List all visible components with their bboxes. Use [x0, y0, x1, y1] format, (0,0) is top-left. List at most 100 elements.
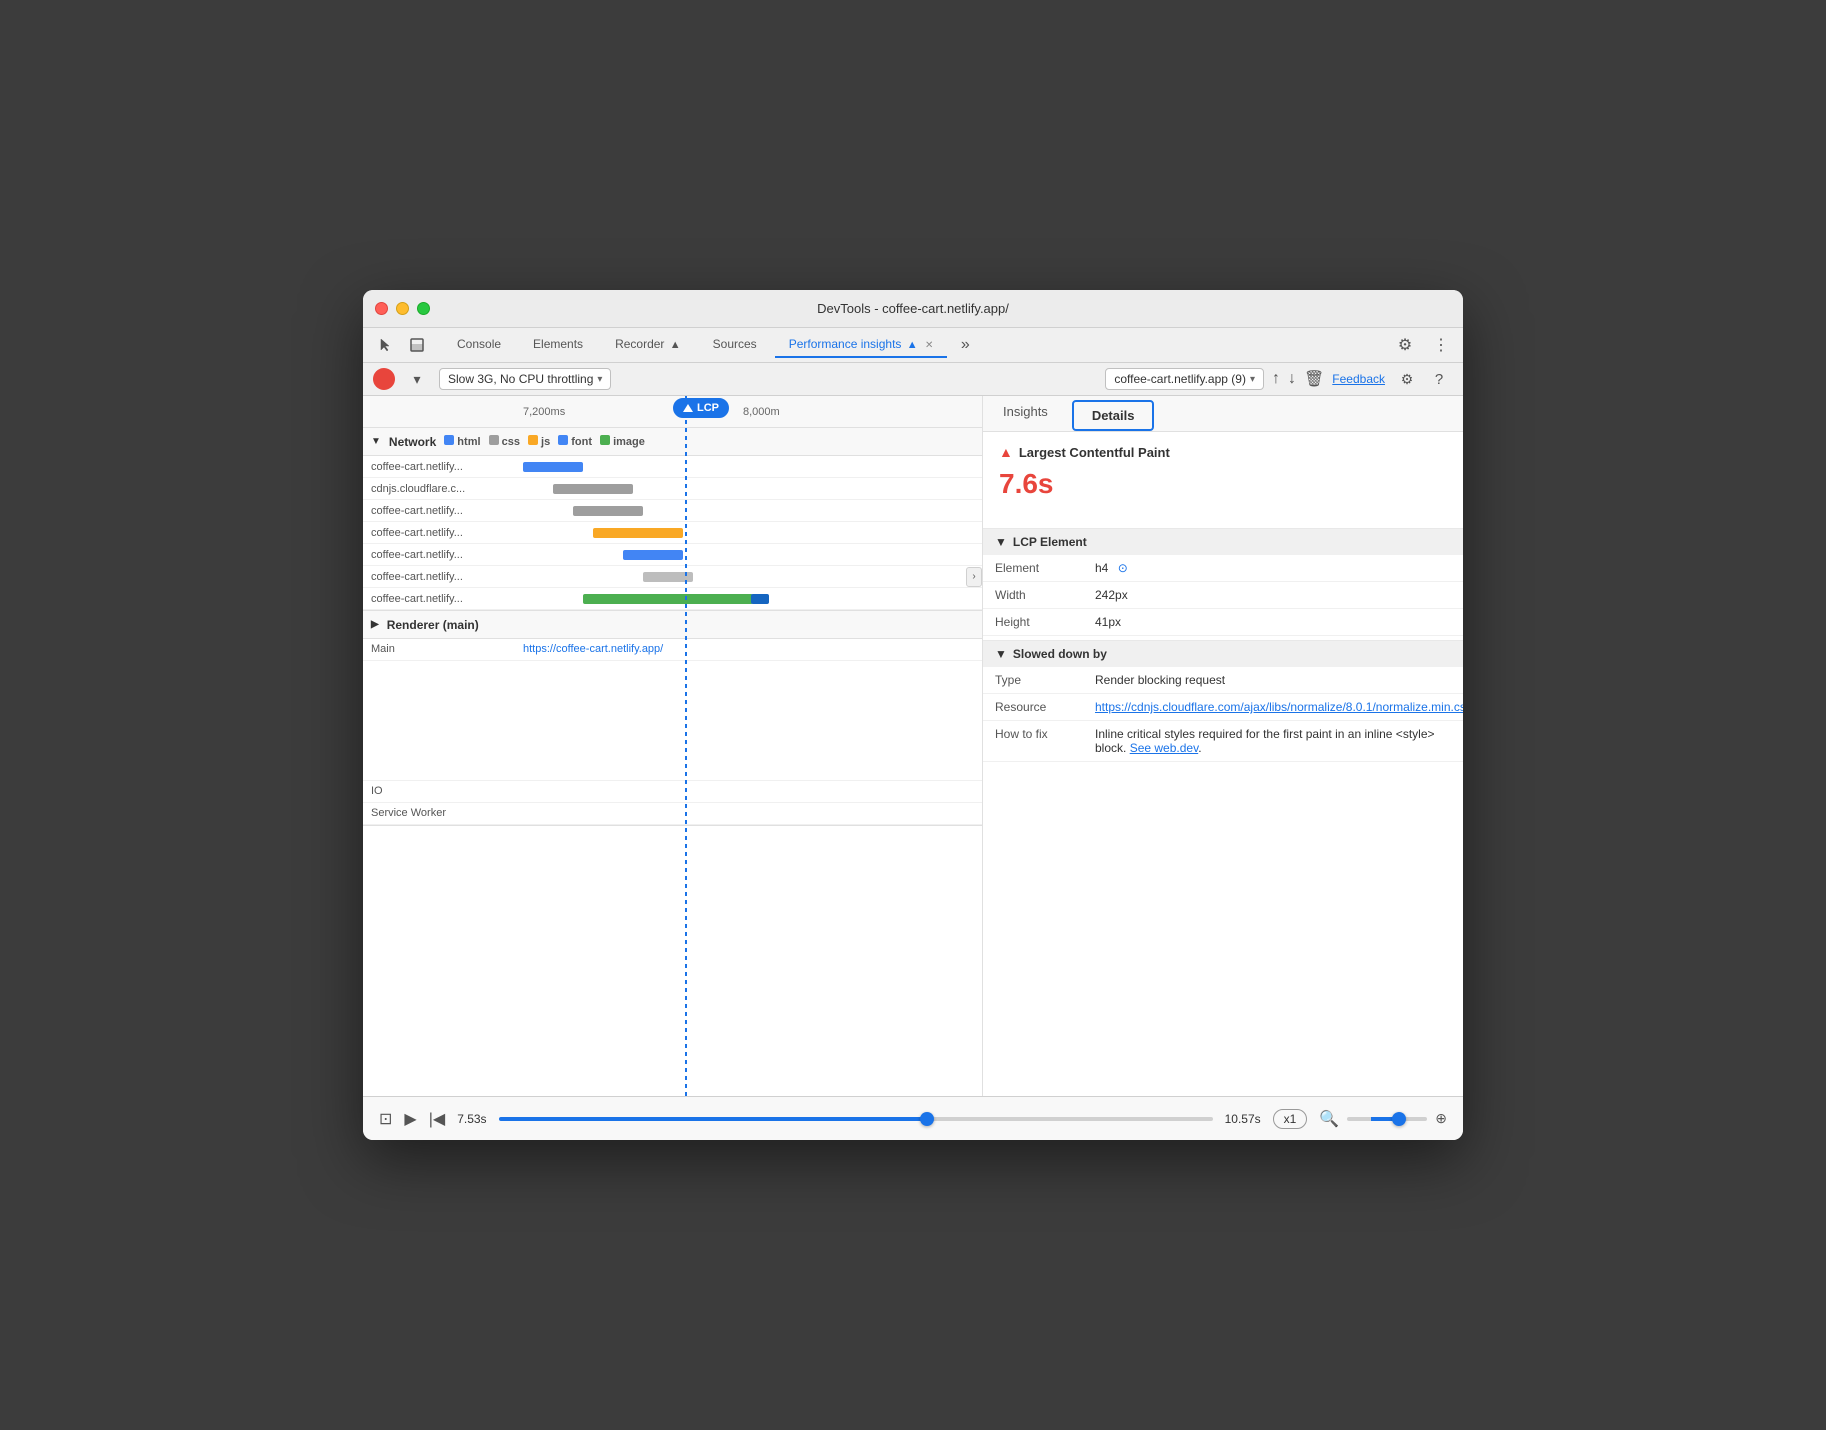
- detail-value-type: Render blocking request: [1095, 673, 1451, 687]
- help-icon[interactable]: ?: [1425, 367, 1453, 391]
- tab-bar: Console Elements Recorder ▲ Sources Perf…: [363, 328, 1463, 363]
- renderer-section-header: ▶ Renderer (main): [363, 611, 982, 639]
- zoom-out-icon[interactable]: 🔍: [1319, 1109, 1339, 1129]
- close-button[interactable]: [375, 302, 388, 315]
- playback-slider[interactable]: [499, 1117, 1213, 1121]
- element-inspect-icon[interactable]: ⊙: [1118, 561, 1128, 575]
- settings-gear-icon[interactable]: ⚙: [1393, 367, 1421, 391]
- toolbar-right: ⚙ ⋮: [1391, 333, 1455, 357]
- resource-link[interactable]: https://cdnjs.cloudflare.com/ajax/libs/n…: [1095, 700, 1463, 714]
- download-icon[interactable]: ↓: [1288, 370, 1296, 388]
- screenshot-icon[interactable]: ⊡: [379, 1109, 392, 1129]
- time-end: 10.57s: [1225, 1112, 1261, 1126]
- legend-font: font: [558, 435, 592, 448]
- detail-row-width: Width 242px: [983, 582, 1463, 609]
- warning-triangle-icon: ▲: [999, 444, 1013, 460]
- recorder-icon: ▲: [670, 339, 681, 351]
- renderer-main-label: Main: [363, 639, 523, 659]
- bar-image-end: [751, 594, 769, 604]
- zoom-container: 🔍 ⊕: [1319, 1109, 1447, 1129]
- record-dropdown-icon[interactable]: ▾: [403, 367, 431, 391]
- bar-other: [643, 572, 693, 582]
- detail-value-element: h4 ⊙: [1095, 561, 1451, 575]
- slowed-down-rows: Type Render blocking request Resource ht…: [983, 667, 1463, 762]
- tab-recorder[interactable]: Recorder ▲: [601, 332, 695, 358]
- tab-close-icon[interactable]: ✕: [925, 340, 933, 351]
- window-title: DevTools - coffee-cart.netlify.app/: [817, 301, 1009, 316]
- detail-row-height: Height 41px: [983, 609, 1463, 636]
- network-row-label: cdnjs.cloudflare.c...: [363, 483, 523, 495]
- play-icon[interactable]: ▶: [404, 1109, 416, 1129]
- details-content: ▲ Largest Contentful Paint 7.6s ▼ LCP El…: [983, 432, 1463, 1096]
- bar-html: [523, 462, 583, 472]
- more-options-icon[interactable]: ⋮: [1427, 333, 1455, 357]
- insights-panel: ▲ Largest Contentful Paint 7.6s: [983, 432, 1463, 524]
- speed-badge[interactable]: x1: [1273, 1109, 1308, 1129]
- network-row-bar-area: [523, 478, 982, 499]
- network-collapse-icon[interactable]: ▼: [371, 436, 381, 447]
- titlebar: DevTools - coffee-cart.netlify.app/: [363, 290, 1463, 328]
- skip-start-icon[interactable]: |◀: [429, 1109, 445, 1129]
- upload-icon[interactable]: ↑: [1272, 370, 1280, 388]
- tab-performance-insights[interactable]: Performance insights ▲ ✕: [775, 332, 948, 358]
- network-row: coffee-cart.netlify...: [363, 544, 982, 566]
- renderer-collapse-icon[interactable]: ▶: [371, 619, 379, 630]
- network-throttle-dropdown[interactable]: Slow 3G, No CPU throttling ▾: [439, 368, 611, 390]
- chevron-right-icon[interactable]: ›: [966, 567, 982, 587]
- dropdown-arrow-icon: ▾: [597, 374, 602, 385]
- network-row-bar-area: [523, 522, 982, 543]
- tab-console[interactable]: Console: [443, 332, 515, 358]
- insight-title: ▲ Largest Contentful Paint: [999, 444, 1447, 460]
- network-row: coffee-cart.netlify... ›: [363, 566, 982, 588]
- feedback-link[interactable]: Feedback: [1332, 372, 1385, 386]
- cursor-icon[interactable]: [371, 333, 399, 357]
- dock-icon[interactable]: [403, 333, 431, 357]
- maximize-button[interactable]: [417, 302, 430, 315]
- detail-value-resource: https://cdnjs.cloudflare.com/ajax/libs/n…: [1095, 700, 1463, 714]
- record-button[interactable]: [373, 368, 395, 390]
- bar-font: [623, 550, 683, 560]
- network-row-label: coffee-cart.netlify...: [363, 505, 523, 517]
- ruler-mark-7200: 7,200ms: [523, 406, 565, 418]
- legend-css: css: [489, 435, 520, 448]
- renderer-main-content: https://coffee-cart.netlify.app/: [523, 639, 982, 659]
- delete-icon[interactable]: 🗑: [1304, 369, 1324, 389]
- renderer-io-content: [523, 781, 982, 789]
- lcp-marker: LCP: [673, 398, 729, 418]
- zoom-in-icon[interactable]: ⊕: [1435, 1110, 1447, 1127]
- devtools-window: DevTools - coffee-cart.netlify.app/ Cons…: [363, 290, 1463, 1140]
- zoom-slider-thumb[interactable]: [1392, 1112, 1406, 1126]
- legend-image: image: [600, 435, 645, 448]
- detail-row-element: Element h4 ⊙: [983, 555, 1463, 582]
- slowed-down-header[interactable]: ▼ Slowed down by: [983, 641, 1463, 667]
- renderer-link[interactable]: https://coffee-cart.netlify.app/: [523, 643, 663, 655]
- detail-label: Width: [995, 588, 1095, 602]
- renderer-section: ▶ Renderer (main) Main https://coffee-ca…: [363, 611, 982, 826]
- zoom-slider[interactable]: [1347, 1117, 1427, 1121]
- target-dropdown[interactable]: coffee-cart.netlify.app (9) ▾: [1105, 368, 1264, 390]
- detail-row-howtofix: How to fix Inline critical styles requir…: [983, 721, 1463, 762]
- tab-insights[interactable]: Insights: [983, 396, 1068, 431]
- tab-details[interactable]: Details: [1072, 400, 1155, 431]
- renderer-io-label: IO: [363, 781, 523, 801]
- settings-icon[interactable]: ⚙: [1391, 333, 1419, 357]
- slowed-down-section: ▼ Slowed down by Type Render blocking re…: [983, 640, 1463, 762]
- renderer-sw-label: Service Worker: [363, 803, 523, 823]
- tab-sources[interactable]: Sources: [699, 332, 771, 358]
- detail-label: Element: [995, 561, 1095, 575]
- detail-value-width: 242px: [1095, 588, 1451, 602]
- network-row-bar-area: [523, 588, 982, 609]
- tab-elements[interactable]: Elements: [519, 332, 597, 358]
- target-dropdown-arrow: ▾: [1250, 374, 1255, 385]
- network-section-header: ▼ Network html css js font image: [363, 428, 982, 456]
- network-rows: coffee-cart.netlify... cdnjs.cloudflare.…: [363, 456, 982, 610]
- bar-image: [583, 594, 753, 604]
- detail-label: Type: [995, 673, 1095, 687]
- playback-slider-thumb[interactable]: [920, 1112, 934, 1126]
- see-webdev-link[interactable]: See web.dev: [1130, 741, 1199, 755]
- minimize-button[interactable]: [396, 302, 409, 315]
- network-legend: html css js font image: [444, 435, 645, 448]
- more-tabs-icon[interactable]: »: [951, 333, 979, 357]
- lcp-element-header[interactable]: ▼ LCP Element: [983, 529, 1463, 555]
- network-row-label: coffee-cart.netlify...: [363, 571, 523, 583]
